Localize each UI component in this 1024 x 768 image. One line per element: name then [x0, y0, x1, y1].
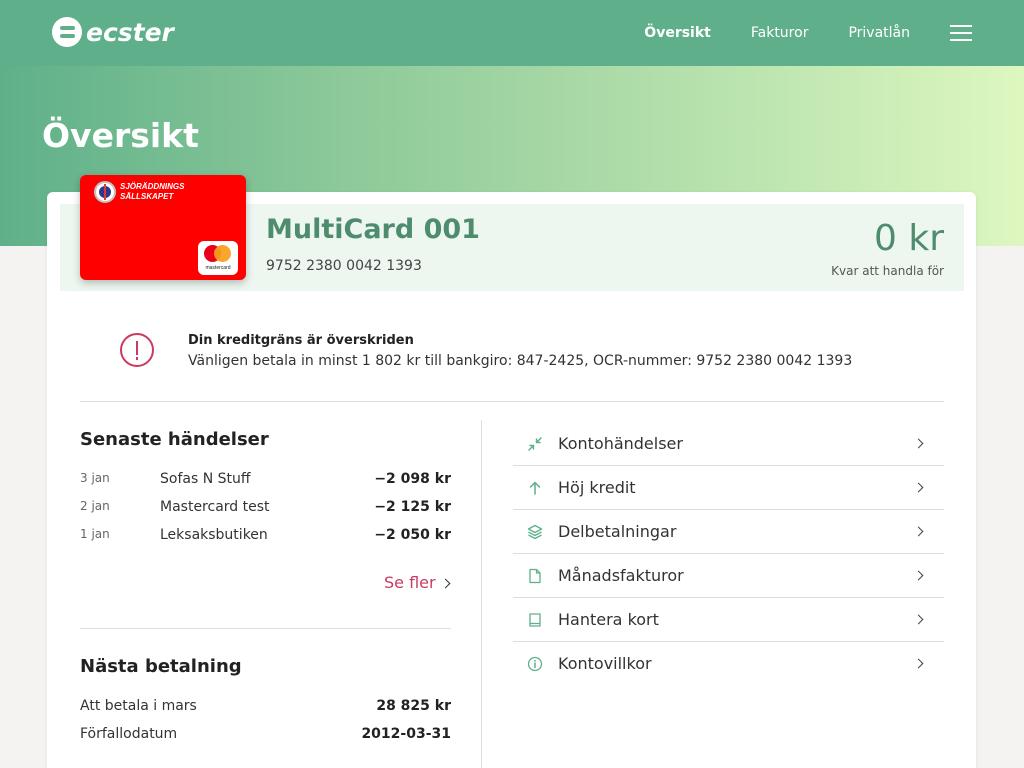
mastercard-wordmark: mastercard [205, 265, 231, 271]
transaction-date: 3 jan [80, 471, 110, 485]
divider [80, 401, 944, 402]
column-divider [481, 420, 482, 768]
transaction-amount: −2 125 kr [374, 499, 451, 515]
page-title: Översikt [42, 116, 199, 155]
next-payment-title: Nästa betalning [80, 656, 242, 677]
available-balance: 0 kr [874, 218, 944, 259]
transaction-date: 1 jan [80, 527, 110, 541]
available-balance-label: Kvar att handla för [831, 264, 944, 278]
transaction-date: 2 jan [80, 499, 110, 513]
menu-item-kontovillkor[interactable]: Kontovillkor [513, 642, 944, 686]
alert-exclamation-icon [120, 333, 154, 367]
see-more-link[interactable]: Se fler [384, 573, 451, 592]
chevron-right-icon [913, 570, 924, 581]
alert-message: Vänligen betala in minst 1 802 kr till b… [188, 353, 853, 369]
logo-text: ecster [86, 17, 174, 47]
nav-link-oversikt[interactable]: Översikt [644, 25, 711, 41]
transaction-merchant: Leksaksbutiken [160, 527, 268, 543]
info-icon [527, 656, 543, 672]
top-nav: ecster Översikt Fakturor Privatlån [0, 0, 1024, 66]
menu-item-label: Kontovillkor [558, 654, 652, 673]
layers-icon [527, 524, 543, 540]
transaction-row: 1 jan Leksaksbutiken −2 050 kr [80, 527, 451, 547]
menu-item-label: Delbetalningar [558, 522, 677, 541]
transaction-amount: −2 098 kr [374, 471, 451, 487]
transaction-merchant: Mastercard test [160, 499, 270, 515]
card-brand-line1: SJÖRÄDDNINGS [120, 182, 185, 191]
account-menu: Kontohändelser Höj kredit Delbetalningar… [513, 422, 944, 686]
ecster-logo[interactable]: ecster [52, 16, 174, 48]
transaction-merchant: Sofas N Stuff [160, 471, 251, 487]
chevron-right-icon [913, 614, 924, 625]
menu-item-hoj-kredit[interactable]: Höj kredit [513, 466, 944, 510]
sjoraddning-emblem-icon [94, 181, 116, 203]
chevron-right-icon [913, 482, 924, 493]
credit-card-image: SJÖRÄDDNINGS SÄLLSKAPET mastercard [80, 175, 246, 280]
arrow-up-icon [529, 481, 541, 495]
document-icon [529, 568, 541, 584]
menu-item-label: Hantera kort [558, 610, 659, 629]
transaction-row: 3 jan Sofas N Stuff −2 098 kr [80, 471, 451, 491]
nav-link-fakturor[interactable]: Fakturor [751, 25, 809, 41]
book-icon [529, 613, 541, 627]
menu-item-manadsfakturor[interactable]: Månadsfakturor [513, 554, 944, 598]
nav-links: Översikt Fakturor Privatlån [604, 0, 972, 66]
payment-label: Förfallodatum [80, 726, 178, 742]
hamburger-menu-icon[interactable] [950, 25, 972, 41]
chevron-right-icon [913, 658, 924, 669]
card-brand-line2: SÄLLSKAPET [120, 192, 174, 201]
menu-item-hantera-kort[interactable]: Hantera kort [513, 598, 944, 642]
mastercard-logo: mastercard [198, 241, 238, 275]
transaction-row: 2 jan Mastercard test −2 125 kr [80, 499, 451, 519]
card-number: 9752 2380 0042 1393 [266, 258, 422, 274]
recent-transactions-title: Senaste händelser [80, 429, 269, 450]
transaction-amount: −2 050 kr [374, 527, 451, 543]
chevron-right-icon [440, 578, 451, 589]
chevron-right-icon [913, 526, 924, 537]
menu-item-label: Kontohändelser [558, 434, 683, 453]
payment-label: Att betala i mars [80, 698, 197, 714]
compress-arrows-icon [528, 437, 542, 451]
nav-link-privatlan[interactable]: Privatlån [848, 25, 910, 41]
menu-item-delbetalningar[interactable]: Delbetalningar [513, 510, 944, 554]
divider [80, 628, 451, 629]
menu-item-kontohandelser[interactable]: Kontohändelser [513, 422, 944, 466]
alert-title: Din kreditgräns är överskriden [188, 333, 414, 348]
mastercard-yellow-circle [214, 245, 231, 262]
card-name: MultiCard 001 [266, 214, 480, 245]
ecster-logo-icon [52, 17, 82, 47]
payment-value: 28 825 kr [376, 698, 451, 714]
chevron-right-icon [913, 438, 924, 449]
menu-item-label: Höj kredit [558, 478, 636, 497]
menu-item-label: Månadsfakturor [558, 566, 684, 585]
card-brand-text: SJÖRÄDDNINGS SÄLLSKAPET [120, 182, 184, 202]
payment-value: 2012-03-31 [361, 726, 451, 742]
see-more-label: Se fler [384, 573, 436, 592]
